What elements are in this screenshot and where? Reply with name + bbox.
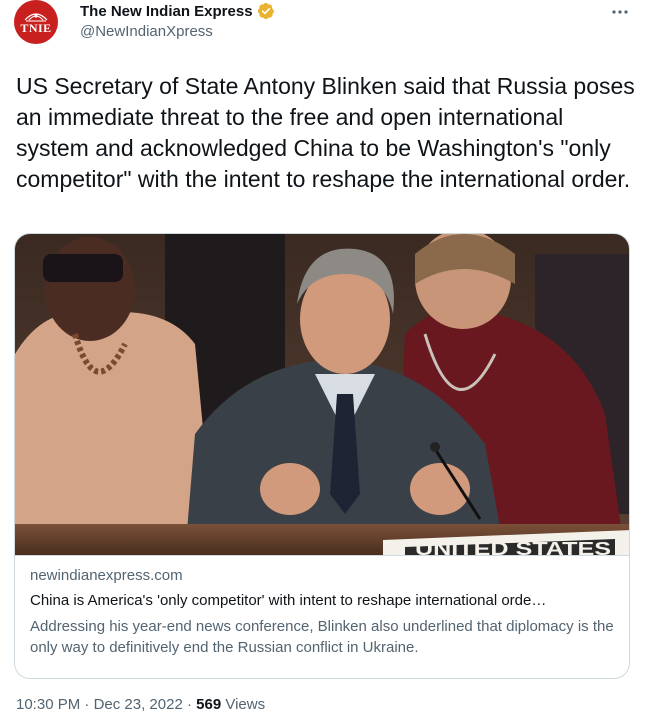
- card-title[interactable]: China is America's 'only competitor' wit…: [30, 592, 618, 609]
- views-count: 569: [196, 696, 222, 713]
- more-options-icon[interactable]: [608, 0, 632, 24]
- views-label: Views: [225, 696, 266, 713]
- meta-separator: ·: [84, 696, 90, 713]
- handle[interactable]: @NewIndianXpress: [80, 23, 213, 40]
- tweet-time[interactable]: 10:30 PM: [16, 696, 80, 713]
- verified-badge-icon[interactable]: [257, 2, 275, 20]
- link-card[interactable]: UNITED STATES newindianexpress.com China…: [14, 233, 630, 679]
- avatar-logo-text: TNIE: [20, 21, 52, 35]
- tweet-meta: 10:30 PM · Dec 23, 2022 · 569 Views: [16, 696, 265, 713]
- tweet-date[interactable]: Dec 23, 2022: [94, 696, 183, 713]
- meta-separator: ·: [186, 696, 192, 713]
- card-domain[interactable]: newindianexpress.com: [30, 567, 183, 584]
- avatar[interactable]: TNIE: [14, 0, 58, 44]
- name-row: The New Indian Express: [80, 2, 275, 20]
- card-image[interactable]: UNITED STATES: [15, 234, 630, 555]
- card-image-placard: UNITED STATES: [415, 539, 611, 555]
- card-description: Addressing his year-end news conference,…: [30, 618, 614, 656]
- card-body[interactable]: newindianexpress.com China is America's …: [15, 555, 629, 656]
- display-name[interactable]: The New Indian Express: [80, 3, 253, 20]
- tweet-text: US Secretary of State Antony Blinken sai…: [16, 73, 635, 192]
- tweet: TNIE The New Indian Express @NewIndianXp…: [0, 0, 652, 728]
